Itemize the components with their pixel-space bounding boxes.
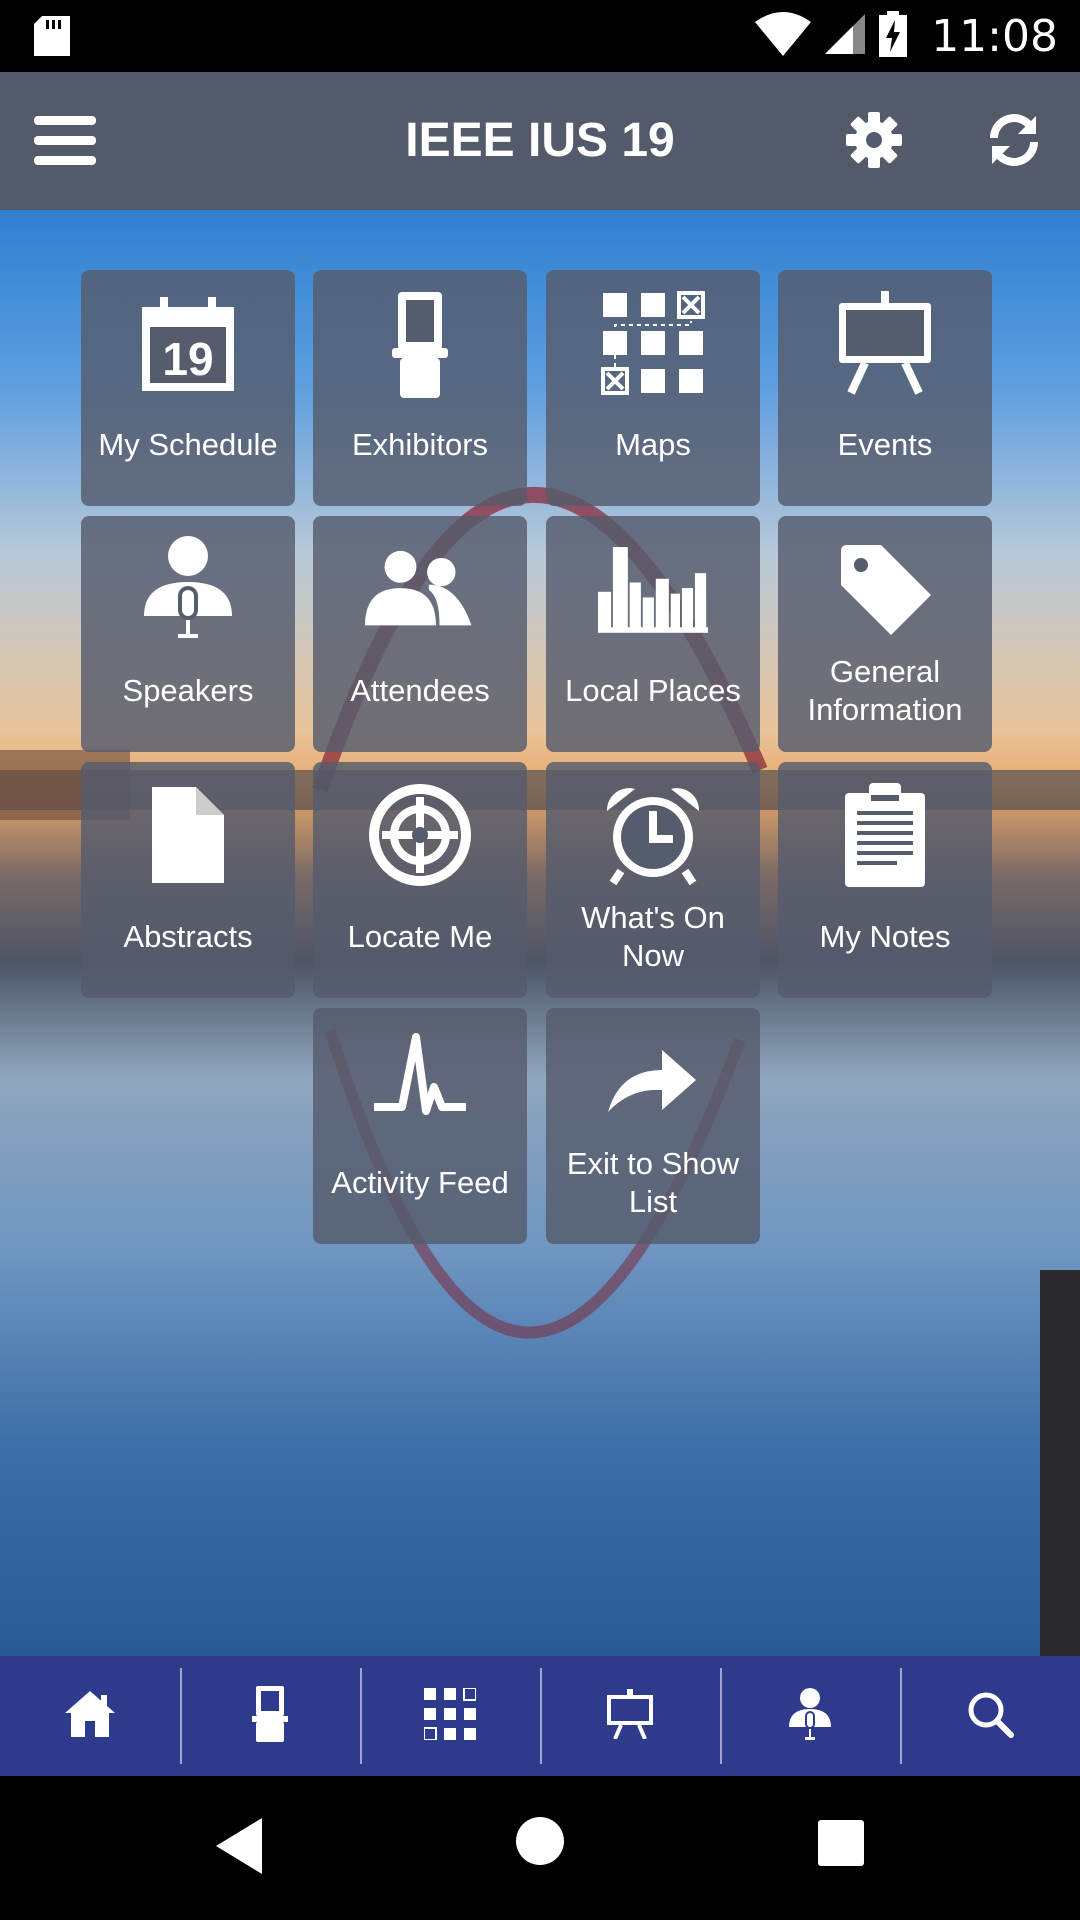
tile-label: Locate Me bbox=[347, 919, 493, 954]
tile-label: Speakers bbox=[122, 673, 254, 708]
tile-activity-feed[interactable]: Activity Feed bbox=[313, 1008, 527, 1244]
wifi-icon bbox=[755, 12, 812, 60]
tile-maps[interactable]: Maps bbox=[546, 270, 760, 506]
battery-charging-icon bbox=[879, 11, 908, 61]
calendar-icon: 19 bbox=[133, 288, 243, 398]
tile-label: My Schedule bbox=[98, 427, 278, 462]
booth-icon bbox=[365, 288, 475, 398]
refresh-icon[interactable] bbox=[986, 112, 1042, 168]
easel-icon bbox=[830, 288, 940, 398]
recents-icon[interactable] bbox=[818, 1820, 864, 1870]
share-arrow-icon bbox=[598, 1026, 708, 1136]
tile-whats-on-now[interactable]: What's On Now bbox=[546, 762, 760, 998]
status-bar: 11:08 bbox=[0, 0, 1080, 72]
app-title: IEEE IUS 19 bbox=[405, 114, 675, 167]
gear-icon[interactable] bbox=[846, 112, 902, 168]
tile-general-information[interactable]: General Information bbox=[778, 516, 992, 752]
tile-my-notes[interactable]: My Notes bbox=[778, 762, 992, 998]
easel-icon bbox=[607, 1689, 653, 1743]
nav-exhibitors[interactable] bbox=[180, 1656, 360, 1776]
bottom-nav bbox=[0, 1656, 1080, 1776]
nav-search[interactable] bbox=[900, 1656, 1080, 1776]
tile-attendees[interactable]: Attendees bbox=[313, 516, 527, 752]
tag-icon bbox=[830, 534, 940, 644]
nav-maps[interactable] bbox=[360, 1656, 540, 1776]
document-icon bbox=[133, 780, 243, 890]
tile-exhibitors[interactable]: Exhibitors bbox=[313, 270, 527, 506]
floorplan-icon bbox=[598, 288, 708, 398]
pulse-icon bbox=[365, 1026, 475, 1136]
tile-exit-to-show-list[interactable]: Exit to Show List bbox=[546, 1008, 760, 1244]
tile-label: Maps bbox=[615, 427, 691, 462]
tile-local-places[interactable]: Local Places bbox=[546, 516, 760, 752]
calendar-day: 19 bbox=[162, 333, 213, 385]
nav-speakers[interactable] bbox=[720, 1656, 900, 1776]
tile-label: My Notes bbox=[819, 919, 951, 954]
tile-speakers[interactable]: Speakers bbox=[81, 516, 295, 752]
nav-home[interactable] bbox=[0, 1656, 180, 1776]
search-icon bbox=[966, 1690, 1014, 1742]
tile-locate-me[interactable]: Locate Me bbox=[313, 762, 527, 998]
home-circle-icon[interactable] bbox=[515, 1816, 565, 1870]
nav-events[interactable] bbox=[540, 1656, 720, 1776]
alarm-clock-icon bbox=[598, 780, 708, 890]
tile-my-schedule[interactable]: 19 My Schedule bbox=[81, 270, 295, 506]
sd-card-icon bbox=[34, 16, 70, 60]
system-navigation-bar bbox=[0, 1776, 1080, 1920]
signal-icon bbox=[825, 14, 866, 58]
city-icon bbox=[598, 534, 708, 644]
tile-label: Attendees bbox=[350, 673, 490, 708]
tile-label: Activity Feed bbox=[331, 1165, 509, 1200]
booth-icon bbox=[252, 1686, 288, 1746]
tile-label: General Information bbox=[807, 654, 963, 727]
tile-label: Exhibitors bbox=[351, 427, 489, 462]
clipboard-icon bbox=[830, 780, 940, 890]
speaker-icon bbox=[133, 534, 243, 644]
tile-label: Exit to Show List bbox=[566, 1146, 740, 1219]
tile-abstracts[interactable]: Abstracts bbox=[81, 762, 295, 998]
back-icon[interactable] bbox=[216, 1818, 262, 1878]
home-icon bbox=[65, 1691, 115, 1741]
speaker-icon bbox=[787, 1687, 833, 1745]
target-icon bbox=[365, 780, 475, 890]
floorplan-icon bbox=[423, 1687, 477, 1744]
clock: 11:08 bbox=[931, 10, 1058, 62]
tile-label: Abstracts bbox=[123, 919, 253, 954]
attendees-icon bbox=[365, 534, 475, 644]
tile-label: What's On Now bbox=[581, 900, 725, 973]
tile-events[interactable]: Events bbox=[778, 270, 992, 506]
tile-label: Events bbox=[837, 427, 933, 462]
tile-label: Local Places bbox=[565, 673, 741, 708]
app-bar: IEEE IUS 19 bbox=[0, 72, 1080, 210]
